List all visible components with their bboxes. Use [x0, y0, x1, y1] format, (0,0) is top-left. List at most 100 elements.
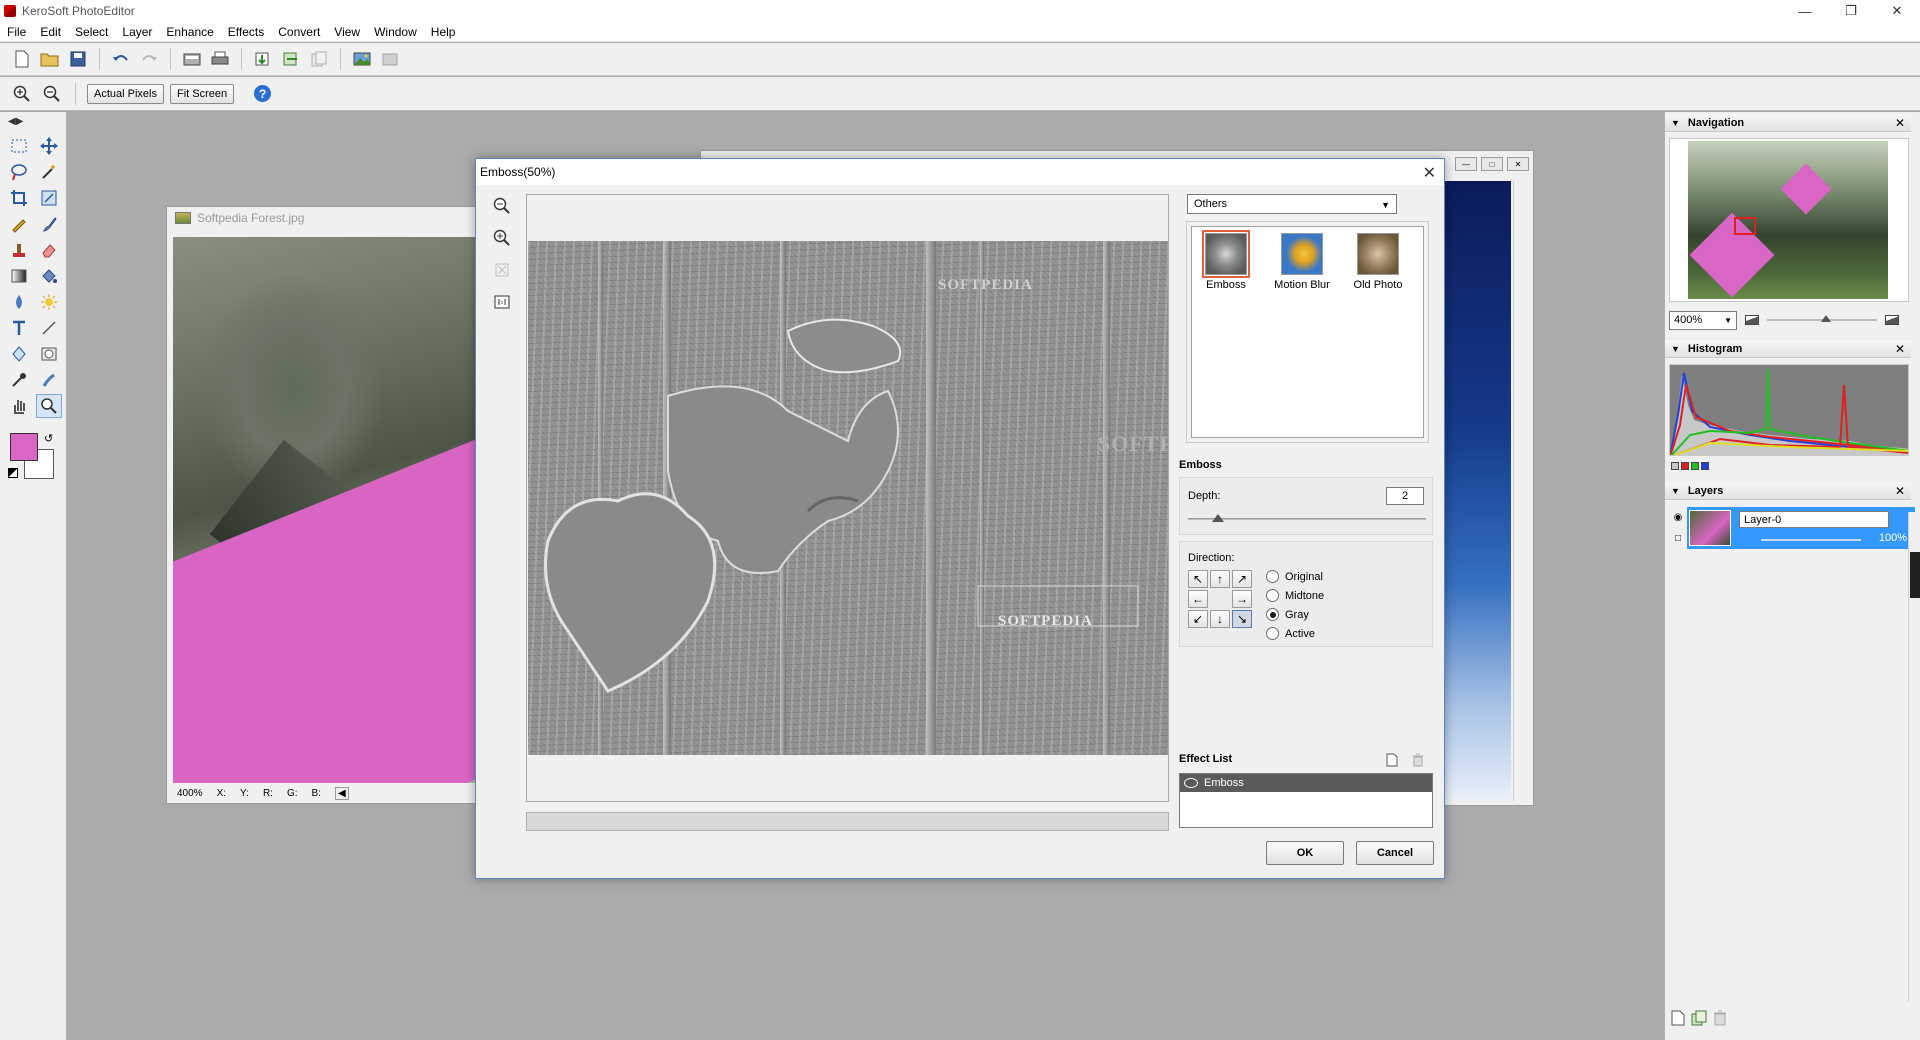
menu-file[interactable]: File [0, 25, 33, 39]
effect-list[interactable]: Emboss [1179, 773, 1433, 828]
navigation-panel-header[interactable]: ▼ Navigation ✕ [1665, 114, 1911, 132]
menu-enhance[interactable]: Enhance [159, 25, 220, 39]
direction-n-button[interactable]: ↑ [1210, 570, 1230, 588]
redo-icon[interactable] [137, 47, 161, 71]
magic-wand-tool-icon[interactable] [36, 160, 62, 184]
direction-w-button[interactable]: ← [1188, 590, 1208, 608]
import-icon[interactable] [251, 47, 275, 71]
preview-zoom-out-icon[interactable] [490, 195, 514, 217]
preview-zoom-in-icon[interactable] [490, 227, 514, 249]
ellipse-select-tool-icon[interactable] [36, 342, 62, 366]
transform-tool-icon[interactable] [36, 186, 62, 210]
direction-sw-button[interactable]: ↙ [1188, 610, 1208, 628]
doc-minimize-button[interactable]: — [1455, 157, 1477, 171]
layer-opacity-slider[interactable] [1761, 539, 1861, 541]
close-panel-icon[interactable]: ✕ [1895, 342, 1905, 356]
depth-input[interactable]: 2 [1386, 487, 1424, 505]
zoom-tool-icon[interactable] [36, 394, 62, 418]
right-edge-tab[interactable] [1910, 552, 1920, 598]
close-panel-icon[interactable]: ✕ [1895, 116, 1905, 130]
collapse-triangle-icon[interactable]: ▼ [1671, 344, 1680, 354]
radio-midtone[interactable] [1266, 589, 1279, 602]
channel-rgb-icon[interactable] [1671, 462, 1679, 470]
dialog-close-icon[interactable]: ✕ [1423, 163, 1436, 183]
radio-active[interactable] [1266, 627, 1279, 640]
preview-fit-icon[interactable] [490, 259, 514, 281]
effect-thumb-motion-blur[interactable]: Motion Blur [1274, 233, 1330, 291]
document-window[interactable]: Softpedia Forest.jpg 400% X: Y: R: G: B:… [166, 206, 477, 804]
menu-view[interactable]: View [327, 25, 367, 39]
collapse-triangle-icon[interactable]: ▼ [1671, 486, 1680, 496]
mode-midtone-option[interactable]: Midtone [1266, 589, 1324, 602]
copy-document-icon[interactable] [307, 47, 331, 71]
zoom-out-image-icon[interactable] [1745, 315, 1759, 325]
zoom-in-image-icon[interactable] [1885, 315, 1899, 325]
layer-row[interactable]: ◉ □ Layer-0 100% [1669, 507, 1915, 549]
gradient-tool-icon[interactable] [6, 264, 32, 288]
stamp-tool-icon[interactable] [6, 238, 32, 262]
channel-green-icon[interactable] [1691, 462, 1699, 470]
document-2-scrollbar[interactable] [1513, 181, 1529, 801]
eye-icon[interactable] [1184, 778, 1198, 788]
histogram-panel-header[interactable]: ▼ Histogram ✕ [1665, 340, 1911, 358]
collapse-arrows-icon[interactable]: ◀▶ [8, 116, 23, 127]
rect-select-tool-icon[interactable] [6, 134, 32, 158]
layer-name-field[interactable]: Layer-0 [1739, 511, 1889, 528]
delete-layer-icon[interactable] [1713, 1010, 1727, 1029]
restore-button[interactable]: ❐ [1828, 0, 1874, 22]
depth-slider-thumb[interactable] [1212, 514, 1224, 522]
layers-panel-header[interactable]: ▼ Layers ✕ [1665, 482, 1911, 500]
channel-blue-icon[interactable] [1701, 462, 1709, 470]
line-tool-icon[interactable] [36, 316, 62, 340]
blur-tool-icon[interactable] [6, 290, 32, 314]
eye-icon[interactable]: ◉ [1674, 512, 1683, 523]
zoom-out-icon[interactable] [40, 82, 64, 106]
radio-original[interactable] [1266, 570, 1279, 583]
eraser-tool-icon[interactable] [36, 238, 62, 262]
pencil-tool-icon[interactable] [6, 212, 32, 236]
direction-nw-button[interactable]: ↖ [1188, 570, 1208, 588]
doc-maximize-button[interactable]: □ [1481, 157, 1503, 171]
save-icon[interactable] [66, 47, 90, 71]
menu-convert[interactable]: Convert [271, 25, 327, 39]
close-panel-icon[interactable]: ✕ [1895, 484, 1905, 498]
navigator-zoom-slider[interactable] [1767, 315, 1877, 322]
effect-category-select[interactable]: Others ▼ [1187, 194, 1397, 214]
mode-active-option[interactable]: Active [1266, 627, 1315, 640]
close-button[interactable]: ✕ [1874, 0, 1920, 22]
text-tool-icon[interactable] [6, 316, 32, 340]
new-file-icon[interactable] [10, 47, 34, 71]
move-tool-icon[interactable] [36, 134, 62, 158]
emboss-preview-image[interactable]: SOFTPEDIA SOFTPEDIA SOFTPEDIA [528, 241, 1168, 755]
ok-button[interactable]: OK [1266, 841, 1344, 865]
direction-ne-button[interactable]: ↗ [1232, 570, 1252, 588]
menu-edit[interactable]: Edit [33, 25, 68, 39]
menu-select[interactable]: Select [68, 25, 115, 39]
brush-tool-icon[interactable] [36, 212, 62, 236]
minimize-button[interactable]: — [1782, 0, 1828, 22]
effect-thumb-emboss[interactable]: Emboss [1198, 230, 1254, 291]
collapse-triangle-icon[interactable]: ▼ [1671, 118, 1680, 128]
dialog-title-bar[interactable]: Emboss(50%) [476, 159, 1444, 185]
new-layer-icon[interactable] [1671, 1010, 1685, 1029]
duplicate-layer-icon[interactable] [1691, 1010, 1707, 1029]
menu-window[interactable]: Window [367, 25, 424, 39]
undo-icon[interactable] [109, 47, 133, 71]
document-title-bar[interactable]: Softpedia Forest.jpg [167, 207, 475, 229]
document-2-canvas[interactable] [1441, 181, 1511, 801]
navigator-preview[interactable] [1669, 138, 1909, 302]
fit-screen-button[interactable]: Fit Screen [169, 83, 235, 104]
effect-thumb-old-photo[interactable]: Old Photo [1350, 233, 1406, 291]
navigator-view-marker[interactable] [1734, 217, 1756, 235]
navigator-zoom-thumb[interactable] [1821, 315, 1831, 322]
smudge-tool-icon[interactable] [36, 368, 62, 392]
scroll-left-icon[interactable]: ◀ [334, 786, 349, 800]
channel-red-icon[interactable] [1681, 462, 1689, 470]
export-icon[interactable] [279, 47, 303, 71]
dodge-tool-icon[interactable] [36, 290, 62, 314]
print-icon[interactable] [208, 47, 232, 71]
direction-se-button[interactable]: ↘ [1232, 610, 1252, 628]
delete-effect-icon[interactable] [1410, 752, 1426, 768]
lock-icon[interactable]: □ [1675, 533, 1681, 544]
mode-gray-option[interactable]: Gray [1266, 608, 1309, 621]
